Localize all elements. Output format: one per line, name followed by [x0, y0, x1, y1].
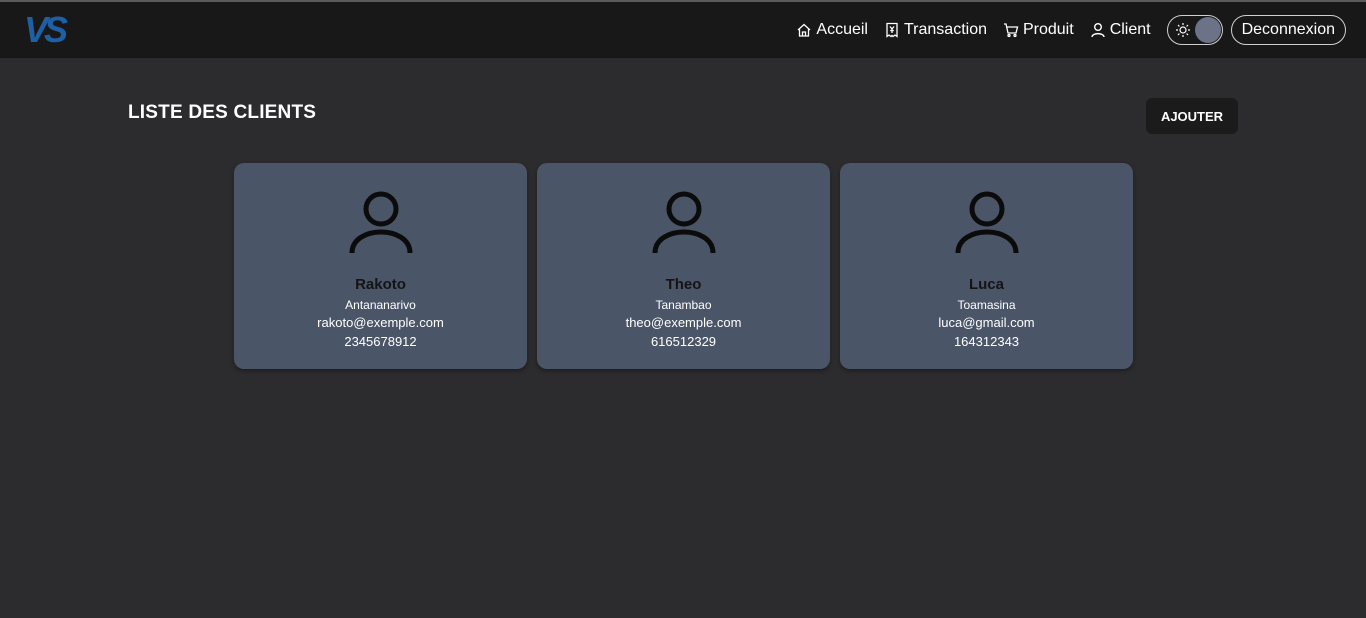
client-email: rakoto@exemple.com: [317, 315, 444, 330]
client-city: Tanambao: [655, 298, 712, 312]
user-avatar-icon: [349, 191, 412, 254]
client-list: Rakoto Antananarivo rakoto@exemple.com 2…: [234, 163, 1133, 369]
client-card[interactable]: Luca Toamasina luca@gmail.com 164312343: [840, 163, 1133, 369]
app-logo[interactable]: VS: [24, 12, 74, 48]
sun-icon: [1175, 23, 1190, 37]
client-phone: 616512329: [650, 334, 717, 349]
navbar: VS Accueil Transaction Produit Client De…: [0, 2, 1366, 58]
home-icon: [797, 23, 811, 37]
client-name: Luca: [968, 276, 1004, 293]
client-name: Theo: [665, 276, 702, 293]
client-name: Rakoto: [355, 276, 406, 293]
cart-icon: [1003, 23, 1019, 38]
client-card[interactable]: Theo Tanambao theo@exemple.com 616512329: [537, 163, 830, 369]
nav-item-label: Produit: [1022, 21, 1074, 38]
user-avatar-icon: [955, 191, 1018, 254]
client-city: Antananarivo: [345, 298, 416, 312]
nav-item-produit[interactable]: Produit: [1003, 18, 1074, 42]
receipt-icon: [886, 22, 898, 38]
user-icon: [1090, 23, 1105, 38]
nav-item-client[interactable]: Client: [1090, 18, 1151, 42]
add-client-button[interactable]: AJOUTER: [1146, 98, 1238, 134]
logout-button[interactable]: Deconnexion: [1230, 15, 1346, 45]
client-phone: 164312343: [953, 334, 1020, 349]
client-email: luca@gmail.com: [938, 315, 1035, 330]
client-email: theo@exemple.com: [625, 315, 742, 330]
theme-toggle[interactable]: [1166, 15, 1223, 45]
nav-item-label: Transaction: [903, 21, 987, 38]
nav-links: Accueil Transaction Produit Client Decon…: [780, 2, 1346, 58]
nav-item-transaction[interactable]: Transaction: [884, 18, 987, 42]
client-city: Toamasina: [957, 298, 1016, 312]
client-card[interactable]: Rakoto Antananarivo rakoto@exemple.com 2…: [234, 163, 527, 369]
nav-item-accueil[interactable]: Accueil: [796, 18, 868, 42]
page-title: LISTE DES CLIENTS: [128, 102, 317, 123]
client-phone: 2345678912: [344, 334, 417, 349]
nav-item-label: Accueil: [816, 21, 868, 38]
nav-item-label: Client: [1109, 21, 1151, 38]
user-avatar-icon: [652, 191, 715, 254]
toggle-knob: [1194, 17, 1221, 43]
